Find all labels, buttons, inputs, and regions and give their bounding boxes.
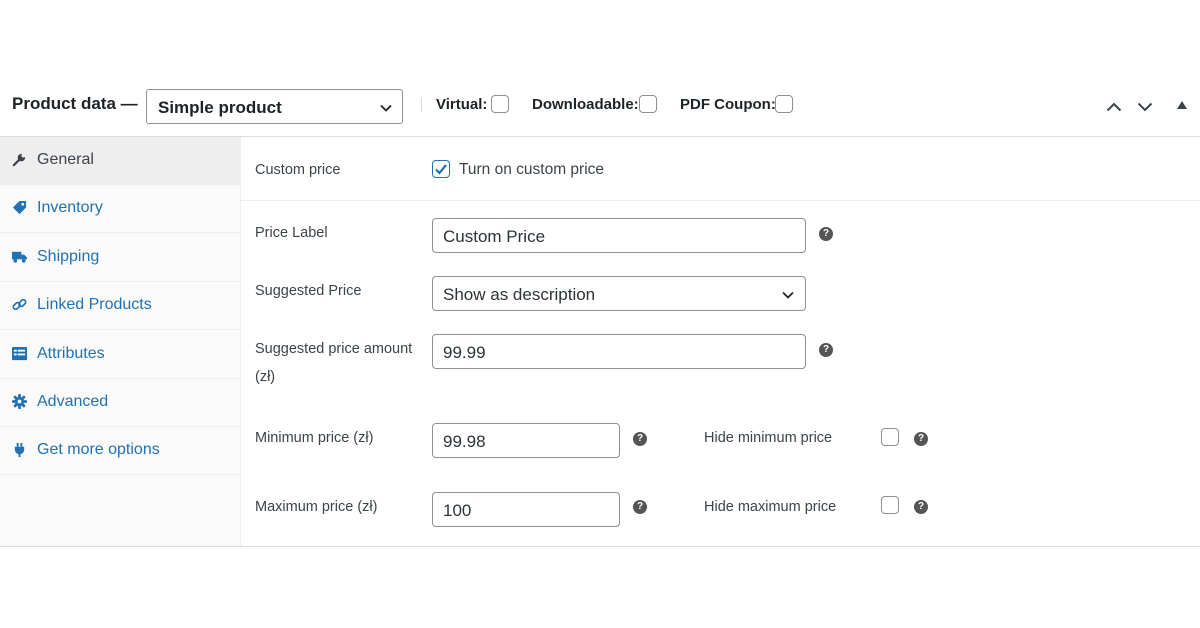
suggested-price-select[interactable]: Show as description <box>432 276 806 311</box>
price-label-label: Price Label <box>255 225 328 241</box>
suggested-amount-value: 99.99 <box>443 343 486 362</box>
checkmark-icon <box>435 164 447 175</box>
minimum-price-input[interactable]: 99.98 <box>432 423 620 458</box>
help-icon[interactable]: ? <box>914 500 928 514</box>
maximum-price-value: 100 <box>443 501 472 520</box>
custom-price-checkbox[interactable] <box>432 160 450 178</box>
help-icon[interactable]: ? <box>914 432 928 446</box>
maximum-price-label: Maximum price (zł) <box>255 499 378 515</box>
link-icon <box>12 298 27 311</box>
suggested-amount-label: Suggested price amount <box>255 341 413 357</box>
custom-price-checkbox-label: Turn on custom price <box>459 161 605 178</box>
minimum-price-label: Minimum price (zł) <box>255 430 374 446</box>
suggested-amount-input[interactable]: 99.99 <box>432 334 806 369</box>
downloadable-label: Downloadable: <box>532 96 639 113</box>
tab-advanced-label: Advanced <box>37 393 109 410</box>
wrench-icon <box>12 153 26 167</box>
general-tab-panel: Custom price Turn on custom price Price … <box>241 137 1200 547</box>
hide-minimum-price-checkbox[interactable] <box>881 428 899 446</box>
tab-shipping-label: Shipping <box>37 248 100 265</box>
help-icon[interactable]: ? <box>819 227 833 241</box>
gear-icon <box>12 394 27 409</box>
tab-inventory-label: Inventory <box>37 199 103 216</box>
virtual-label: Virtual: <box>436 96 488 113</box>
chevron-down-icon <box>380 104 392 112</box>
hide-maximum-price-label: Hide maximum price <box>704 499 837 515</box>
panel-bottom-border <box>0 546 1200 547</box>
hide-maximum-price-checkbox[interactable] <box>881 496 899 514</box>
chevron-up-icon[interactable] <box>1106 102 1122 112</box>
tab-attributes[interactable]: Attributes <box>0 331 240 379</box>
product-type-value: Simple product <box>158 98 282 117</box>
tab-get-more-options[interactable]: Get more options <box>0 427 240 475</box>
tab-linked-products[interactable]: Linked Products <box>0 282 240 330</box>
tab-shipping[interactable]: Shipping <box>0 234 240 282</box>
tab-inventory[interactable]: Inventory <box>0 185 240 233</box>
suggested-price-value: Show as description <box>443 285 596 304</box>
truck-icon <box>12 251 27 263</box>
downloadable-checkbox[interactable] <box>639 95 657 113</box>
help-icon[interactable]: ? <box>633 432 647 446</box>
list-icon <box>12 346 27 361</box>
product-data-header: Product data — Simple product Virtual: D… <box>0 74 1200 137</box>
help-icon[interactable]: ? <box>819 343 833 357</box>
price-label-input[interactable]: Custom Price <box>432 218 806 253</box>
section-divider <box>241 200 1200 201</box>
virtual-checkbox[interactable] <box>491 95 509 113</box>
chevron-down-icon <box>782 291 794 299</box>
minimum-price-value: 99.98 <box>443 432 486 451</box>
product-data-tabs: General Inventory Shipping Linked Produc… <box>0 137 241 547</box>
custom-price-label: Custom price <box>255 162 341 178</box>
maximum-price-input[interactable]: 100 <box>432 492 620 527</box>
tab-linked-products-label: Linked Products <box>37 296 152 313</box>
tab-general-label: General <box>37 151 94 168</box>
tab-get-more-options-label: Get more options <box>37 441 160 458</box>
pdf-coupon-label: PDF Coupon: <box>680 96 776 113</box>
triangle-up-icon[interactable] <box>1177 101 1187 109</box>
pdf-coupon-checkbox[interactable] <box>775 95 793 113</box>
plugin-icon <box>14 442 25 457</box>
product-data-title: Product data — <box>12 94 138 113</box>
product-data-panel: Product data — Simple product Virtual: D… <box>0 74 1200 547</box>
tab-general[interactable]: General <box>0 137 240 185</box>
suggested-price-label: Suggested Price <box>255 283 362 299</box>
header-divider <box>421 98 422 112</box>
product-type-select[interactable]: Simple product <box>146 89 403 124</box>
help-icon[interactable]: ? <box>633 500 647 514</box>
tab-advanced[interactable]: Advanced <box>0 379 240 427</box>
price-label-value: Custom Price <box>443 227 546 246</box>
tab-attributes-label: Attributes <box>37 345 105 362</box>
hide-minimum-price-label: Hide minimum price <box>704 430 833 446</box>
tag-icon <box>12 200 27 215</box>
chevron-down-icon[interactable] <box>1137 102 1153 112</box>
suggested-amount-label-currency: (zł) <box>255 369 276 385</box>
